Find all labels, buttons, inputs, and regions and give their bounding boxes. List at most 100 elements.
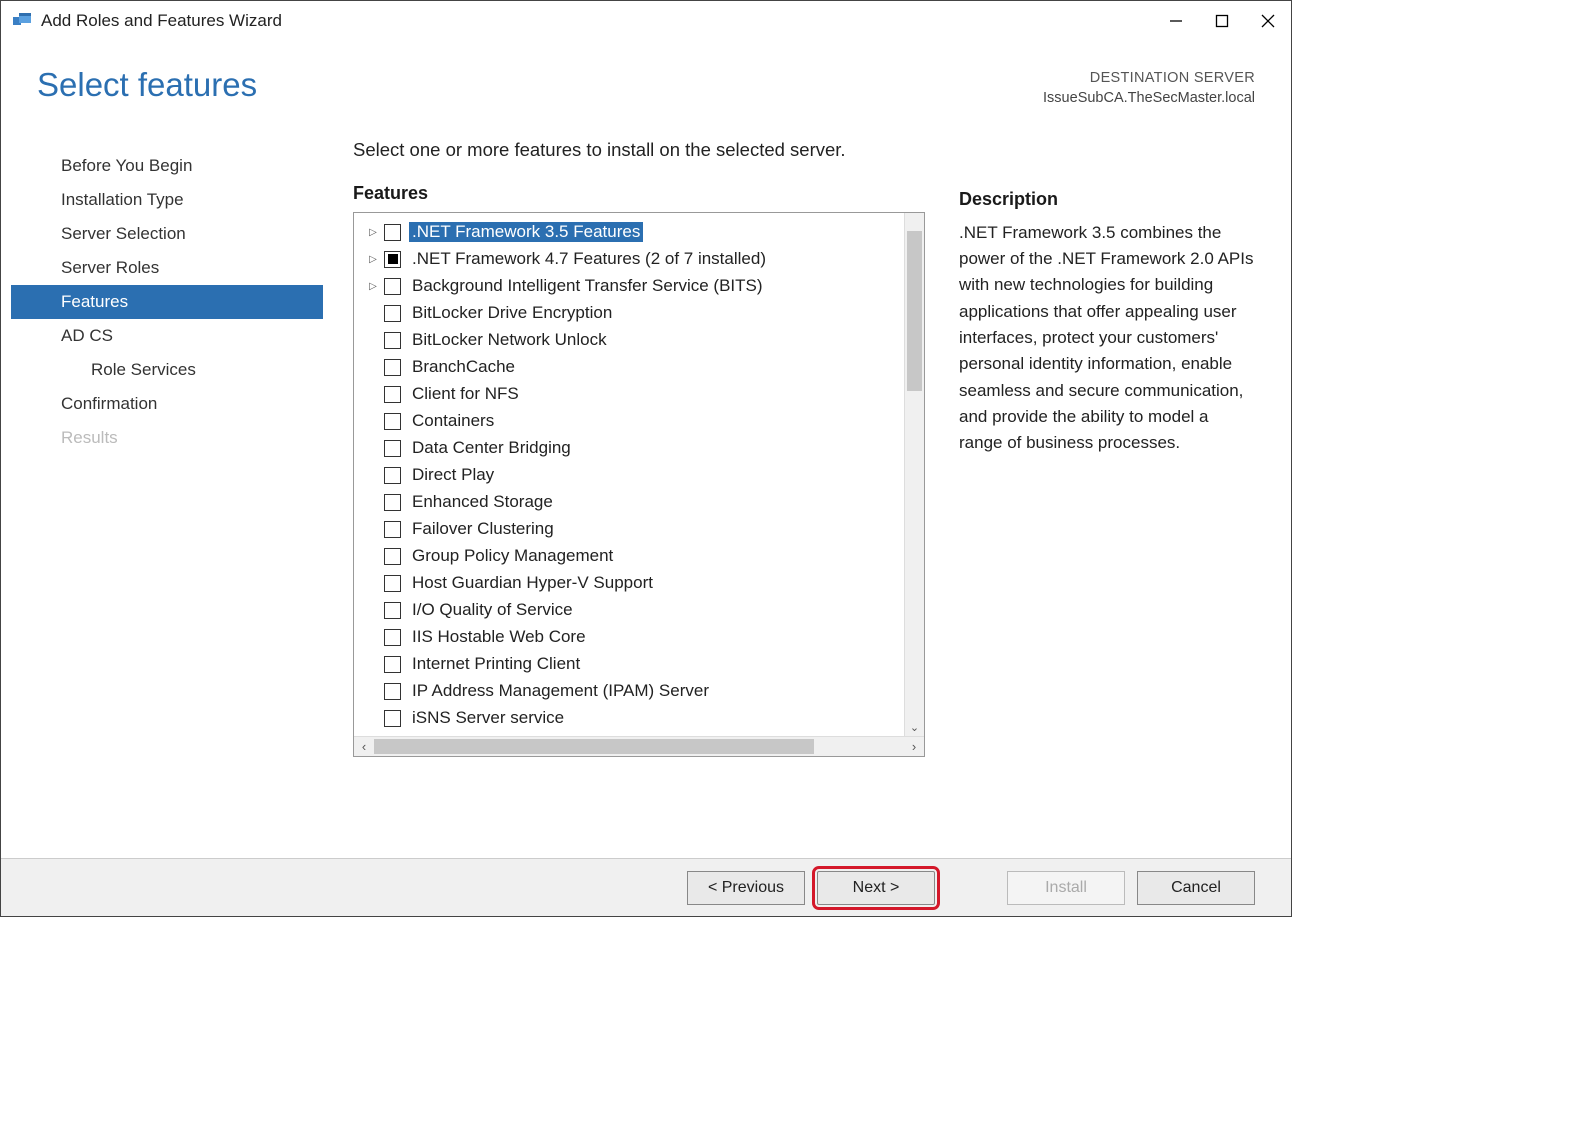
step-item[interactable]: Before You Begin	[11, 149, 323, 183]
description-label: Description	[959, 189, 1255, 210]
page-title: Select features	[37, 66, 1043, 104]
window-title: Add Roles and Features Wizard	[41, 11, 282, 31]
horizontal-scrollbar[interactable]: ‹ ›	[354, 736, 924, 756]
vertical-scrollbar[interactable]: ⌄	[904, 213, 924, 736]
feature-label: Group Policy Management	[409, 546, 616, 566]
feature-checkbox[interactable]	[384, 602, 401, 619]
feature-label: Direct Play	[409, 465, 497, 485]
feature-label: IIS Hostable Web Core	[409, 627, 589, 647]
feature-item[interactable]: Client for NFS	[360, 381, 904, 408]
app-icon	[13, 11, 33, 31]
feature-checkbox[interactable]	[384, 251, 401, 268]
feature-checkbox[interactable]	[384, 467, 401, 484]
destination-block: DESTINATION SERVER IssueSubCA.TheSecMast…	[1043, 66, 1255, 109]
scroll-down-arrow[interactable]: ⌄	[905, 721, 924, 734]
feature-item[interactable]: I/O Quality of Service	[360, 597, 904, 624]
destination-label: DESTINATION SERVER	[1043, 68, 1255, 88]
feature-label: .NET Framework 3.5 Features	[409, 222, 643, 242]
feature-item[interactable]: iSNS Server service	[360, 705, 904, 732]
features-tree: ▷ .NET Framework 3.5 Features ▷ .NET Framew…	[354, 213, 904, 736]
steps-sidebar: Before You BeginInstallation TypeServer …	[1, 139, 323, 858]
destination-value: IssueSubCA.TheSecMaster.local	[1043, 88, 1255, 108]
feature-checkbox[interactable]	[384, 494, 401, 511]
feature-checkbox[interactable]	[384, 440, 401, 457]
feature-checkbox[interactable]	[384, 332, 401, 349]
feature-label: iSNS Server service	[409, 708, 567, 728]
heading-row: Select features DESTINATION SERVER Issue…	[1, 41, 1291, 119]
feature-label: BranchCache	[409, 357, 518, 377]
horizontal-scrollbar-thumb[interactable]	[374, 739, 814, 754]
features-listbox[interactable]: ▷ .NET Framework 3.5 Features ▷ .NET Framew…	[353, 212, 925, 757]
feature-item[interactable]: Failover Clustering	[360, 516, 904, 543]
install-button[interactable]: Install	[1007, 871, 1125, 905]
feature-item[interactable]: IP Address Management (IPAM) Server	[360, 678, 904, 705]
feature-checkbox[interactable]	[384, 575, 401, 592]
feature-item[interactable]: ▷ Background Intelligent Transfer Service…	[360, 273, 904, 300]
feature-checkbox[interactable]	[384, 224, 401, 241]
feature-item[interactable]: Internet Printing Client	[360, 651, 904, 678]
feature-item[interactable]: Group Policy Management	[360, 543, 904, 570]
scroll-left-arrow[interactable]: ‹	[354, 739, 374, 754]
feature-item[interactable]: BitLocker Drive Encryption	[360, 300, 904, 327]
feature-checkbox[interactable]	[384, 521, 401, 538]
feature-item[interactable]: ▷ .NET Framework 4.7 Features (2 of 7 ins…	[360, 246, 904, 273]
wizard-window: Add Roles and Features Wizard Select fea…	[0, 0, 1292, 917]
feature-checkbox[interactable]	[384, 359, 401, 376]
feature-item[interactable]: ▷ .NET Framework 3.5 Features	[360, 219, 904, 246]
maximize-button[interactable]	[1199, 1, 1245, 41]
feature-checkbox[interactable]	[384, 548, 401, 565]
cancel-button[interactable]: Cancel	[1137, 871, 1255, 905]
feature-item[interactable]: Direct Play	[360, 462, 904, 489]
expander-icon[interactable]: ▷	[366, 225, 380, 239]
description-text: .NET Framework 3.5 combines the power of…	[959, 220, 1255, 457]
feature-label: BitLocker Drive Encryption	[409, 303, 615, 323]
feature-checkbox[interactable]	[384, 656, 401, 673]
feature-item[interactable]: Enhanced Storage	[360, 489, 904, 516]
features-label: Features	[353, 183, 925, 204]
feature-item[interactable]: BranchCache	[360, 354, 904, 381]
feature-item[interactable]: IIS Hostable Web Core	[360, 624, 904, 651]
feature-checkbox[interactable]	[384, 683, 401, 700]
feature-item[interactable]: BitLocker Network Unlock	[360, 327, 904, 354]
expander-icon[interactable]: ▷	[366, 279, 380, 293]
feature-label: I/O Quality of Service	[409, 600, 576, 620]
step-item[interactable]: Role Services	[11, 353, 323, 387]
close-button[interactable]	[1245, 1, 1291, 41]
feature-item[interactable]: Data Center Bridging	[360, 435, 904, 462]
feature-label: IP Address Management (IPAM) Server	[409, 681, 712, 701]
titlebar: Add Roles and Features Wizard	[1, 1, 1291, 41]
feature-label: Data Center Bridging	[409, 438, 574, 458]
vertical-scrollbar-thumb[interactable]	[907, 231, 922, 391]
step-item[interactable]: AD CS	[11, 319, 323, 353]
feature-checkbox[interactable]	[384, 629, 401, 646]
step-item[interactable]: Server Selection	[11, 217, 323, 251]
feature-label: Enhanced Storage	[409, 492, 556, 512]
feature-checkbox[interactable]	[384, 305, 401, 322]
feature-label: Internet Printing Client	[409, 654, 583, 674]
scroll-right-arrow[interactable]: ›	[904, 739, 924, 754]
feature-label: Host Guardian Hyper-V Support	[409, 573, 656, 593]
instruction-text: Select one or more features to install o…	[353, 139, 925, 161]
feature-label: Client for NFS	[409, 384, 522, 404]
step-item: Results	[11, 421, 323, 455]
next-button[interactable]: Next >	[817, 871, 935, 905]
step-item[interactable]: Confirmation	[11, 387, 323, 421]
feature-checkbox[interactable]	[384, 413, 401, 430]
step-item[interactable]: Installation Type	[11, 183, 323, 217]
feature-item[interactable]: Containers	[360, 408, 904, 435]
feature-checkbox[interactable]	[384, 710, 401, 727]
previous-button[interactable]: < Previous	[687, 871, 805, 905]
description-column: Description .NET Framework 3.5 combines …	[925, 139, 1255, 858]
feature-item[interactable]: Host Guardian Hyper-V Support	[360, 570, 904, 597]
content-row: Before You BeginInstallation TypeServer …	[1, 119, 1291, 858]
main-column: Select one or more features to install o…	[323, 139, 925, 858]
expander-icon[interactable]: ▷	[366, 252, 380, 266]
feature-label: Background Intelligent Transfer Service …	[409, 276, 766, 296]
feature-label: BitLocker Network Unlock	[409, 330, 610, 350]
feature-checkbox[interactable]	[384, 386, 401, 403]
step-item[interactable]: Features	[11, 285, 323, 319]
step-item[interactable]: Server Roles	[11, 251, 323, 285]
minimize-button[interactable]	[1153, 1, 1199, 41]
feature-label: .NET Framework 4.7 Features (2 of 7 inst…	[409, 249, 769, 269]
feature-checkbox[interactable]	[384, 278, 401, 295]
